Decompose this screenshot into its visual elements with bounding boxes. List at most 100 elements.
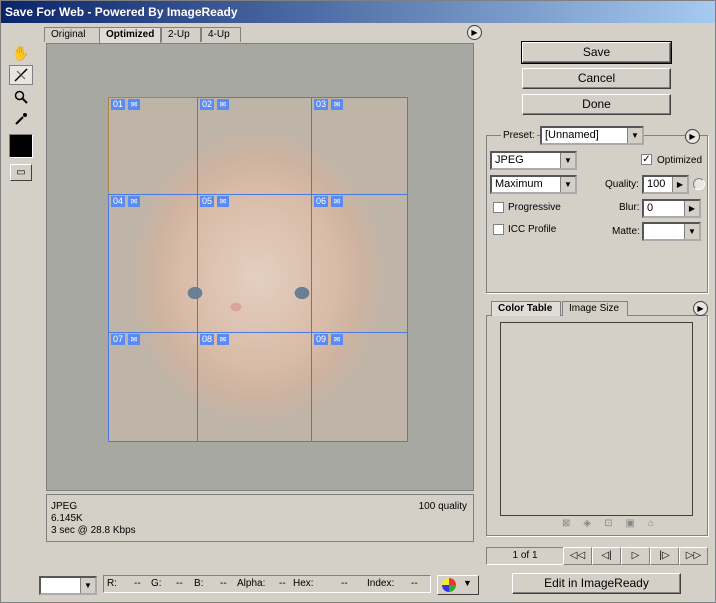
quality-mask-icon[interactable] <box>693 178 705 190</box>
chevron-right-icon: ▶ <box>672 177 687 192</box>
web-shift-icon[interactable]: ◈ <box>583 518 604 529</box>
info-file-size: 6.145K <box>51 513 83 524</box>
slice-03[interactable]: 03 ✉ <box>311 97 408 195</box>
toggle-slices-icon[interactable]: ▭ <box>10 164 32 181</box>
cancel-button[interactable]: Cancel <box>522 68 671 89</box>
slice-07[interactable]: 07 ✉ <box>108 332 198 442</box>
green-label: G: <box>151 578 162 589</box>
quality-input[interactable]: 100 ▶ <box>642 175 689 194</box>
optimized-checkbox[interactable]: ✓ <box>641 154 652 165</box>
chevron-down-icon: ▼ <box>80 578 95 593</box>
browser-icon <box>442 578 456 592</box>
image-preview-area[interactable]: 01 ✉ 02 ✉ 03 ✉ 04 ✉ 05 ✉ 06 ✉ 07 ✉ 08 ✉ 09 ✉ <box>46 43 474 491</box>
image-slice-icon: ✉ <box>331 196 343 207</box>
file-format-select[interactable]: JPEG ▼ <box>490 151 577 170</box>
first-frame-button[interactable]: ◁◁ <box>563 547 592 565</box>
quality-value: 100 <box>647 178 666 190</box>
slice-08[interactable]: 08 ✉ <box>197 332 312 442</box>
image-slice-icon: ✉ <box>217 196 229 207</box>
color-table-menu-icon[interactable]: ▶ <box>693 301 708 316</box>
icc-profile-checkbox[interactable] <box>493 224 504 235</box>
settings-menu-icon[interactable]: ▶ <box>685 129 700 144</box>
alpha-value: -- <box>279 578 286 589</box>
hand-tool-icon[interactable]: ✋ <box>9 43 33 63</box>
tab-optimized[interactable]: Optimized <box>99 27 161 43</box>
color-table-tools: ⊠◈⊡▣⌂ <box>562 518 667 529</box>
zoom-tool-icon[interactable] <box>9 87 33 107</box>
blue-value: -- <box>220 578 227 589</box>
preset-select[interactable]: [Unnamed] ▼ <box>540 126 644 145</box>
slice-number-label: 01 <box>111 99 126 110</box>
slice-select-tool-icon[interactable] <box>9 65 33 85</box>
done-button[interactable]: Done <box>522 94 671 115</box>
slice-01[interactable]: 01 ✉ <box>108 97 198 195</box>
blur-value: 0 <box>647 202 654 214</box>
preview-browser-button[interactable]: ▼ <box>437 575 479 595</box>
format-value: JPEG <box>495 154 524 166</box>
slice-number-label: 02 <box>200 99 215 110</box>
image-slice-icon: ✉ <box>217 99 229 110</box>
image-slice-icon: ✉ <box>128 196 140 207</box>
red-label: R: <box>107 578 117 589</box>
compression-quality-select[interactable]: Maximum ▼ <box>490 175 577 194</box>
info-download-time: 3 sec @ 28.8 Kbps <box>51 525 136 536</box>
tab-color-table[interactable]: Color Table <box>491 301 561 316</box>
preview-menu-icon[interactable]: ▶ <box>467 25 482 40</box>
tab-4-up[interactable]: 4-Up <box>201 27 241 42</box>
tab-2-up[interactable]: 2-Up <box>161 27 201 42</box>
eyedropper-tool-icon[interactable] <box>9 109 33 129</box>
image-slice-icon: ✉ <box>128 334 140 345</box>
hex-label: Hex: <box>293 578 314 589</box>
previous-frame-button[interactable]: ◁| <box>592 547 621 565</box>
red-value: -- <box>134 578 141 589</box>
blur-input[interactable]: 0 ▶ <box>642 199 701 218</box>
blue-label: B: <box>194 578 204 589</box>
last-frame-button[interactable]: ▷▷ <box>679 547 708 565</box>
slice-09[interactable]: 09 ✉ <box>311 332 408 442</box>
save-button[interactable]: Save <box>521 41 672 64</box>
slice-05[interactable]: 05 ✉ <box>197 194 312 333</box>
chevron-down-icon: ▼ <box>684 224 699 239</box>
chevron-down-icon: ▼ <box>463 578 472 588</box>
green-value: -- <box>176 578 183 589</box>
slice-number-label: 04 <box>111 196 126 207</box>
progressive-label: Progressive <box>508 202 561 213</box>
eyedropper-color-swatch[interactable] <box>9 134 33 158</box>
matte-select[interactable]: ▼ <box>642 222 701 241</box>
index-label: Index: <box>367 578 395 589</box>
next-frame-button[interactable]: |▷ <box>650 547 679 565</box>
progressive-checkbox[interactable] <box>493 202 504 213</box>
info-format: JPEG <box>51 501 78 512</box>
chevron-down-icon: ▼ <box>560 153 575 168</box>
trash-icon[interactable]: ⌂ <box>648 518 667 529</box>
slice-06[interactable]: 06 ✉ <box>311 194 408 333</box>
slice-04[interactable]: 04 ✉ <box>108 194 198 333</box>
tab-image-size[interactable]: Image Size <box>562 301 628 316</box>
edit-in-imageready-button[interactable]: Edit in ImageReady <box>512 573 681 594</box>
map-color-icon[interactable]: ⊠ <box>562 518 583 529</box>
slice-number-label: 03 <box>314 99 329 110</box>
color-table-grid[interactable] <box>500 322 693 516</box>
frame-counter: 1 of 1 <box>486 547 564 565</box>
play-button[interactable]: ▷ <box>621 547 650 565</box>
optimized-label: Optimized <box>657 155 703 166</box>
optimization-info-bar: JPEG 6.145K 3 sec @ 28.8 Kbps 100 qualit… <box>46 494 474 542</box>
zoom-select[interactable]: ▼ <box>39 576 97 595</box>
alpha-label: Alpha: <box>237 578 266 589</box>
quality-label: Quality: <box>605 179 639 190</box>
slice-02[interactable]: 02 ✉ <box>197 97 312 195</box>
chevron-down-icon: ▼ <box>627 128 642 143</box>
info-quality: 100 quality <box>418 501 467 512</box>
image-slice-icon: ✉ <box>331 99 343 110</box>
index-value: -- <box>411 578 418 589</box>
chevron-right-icon: ▶ <box>684 201 699 216</box>
blur-label: Blur: <box>619 202 640 213</box>
slice-number-label: 07 <box>111 334 126 345</box>
image-slice-icon: ✉ <box>217 334 229 345</box>
tab-original[interactable]: Original <box>44 27 100 42</box>
preset-label: Preset: <box>501 130 537 141</box>
chevron-down-icon: ▼ <box>560 177 575 192</box>
slice-number-label: 09 <box>314 334 329 345</box>
lock-color-icon[interactable]: ⊡ <box>604 518 625 529</box>
new-color-icon[interactable]: ▣ <box>625 518 647 529</box>
